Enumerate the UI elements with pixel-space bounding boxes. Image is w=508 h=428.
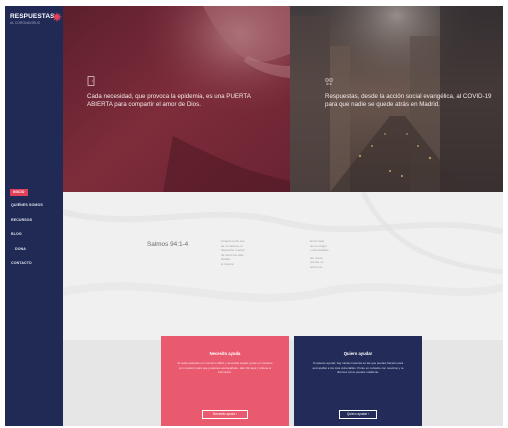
nav-item-inicio[interactable]: INICIO <box>10 188 28 196</box>
want-help-button-label: Quiero ayudar <box>346 412 368 416</box>
verse-section: Salmos 94:1-4 Cuando tenía ese de mi cab… <box>63 192 503 340</box>
need-help-button-label: Necesito ayuda <box>213 412 236 416</box>
hero-panel-left: Cada necesidad, que provoca la epidemia,… <box>63 6 290 192</box>
help-icon <box>325 78 333 86</box>
hero-left-text: Cada necesidad, que provoca la epidemia,… <box>87 93 251 108</box>
brand-name: RESPUESTAS <box>10 13 55 20</box>
nav-item-blog[interactable]: BLOG <box>11 232 63 239</box>
want-help-button[interactable]: Quiero ayudar › <box>339 410 377 419</box>
nav-item-quienes-somos[interactable]: QUIÉNES SOMOS <box>11 203 63 210</box>
verse-column-2: En la casa, de tu refugio y acompáñale d… <box>310 239 329 270</box>
need-help-description: Si estás pasando un momento difícil y ne… <box>177 361 273 375</box>
nav-item-dona[interactable]: DONA <box>11 247 63 254</box>
verse-line: Cuando tenía ese <box>221 239 245 243</box>
nav-item-contacto[interactable]: CONTACTO <box>11 261 63 268</box>
arrow-right-icon: › <box>235 412 237 416</box>
arrow-right-icon: › <box>368 412 370 416</box>
main-nav: INICIO QUIÉNES SOMOS RECURSOS BLOG DONA … <box>10 180 63 276</box>
virus-logo-icon <box>52 12 62 22</box>
hero-panel-right: Respuestas, desde la acción social evang… <box>290 6 503 192</box>
psalm-reference: Salmos 94:1-4 <box>147 241 189 248</box>
want-help-description: Si quieres ayudar, hay varias maneras en… <box>312 361 404 375</box>
verse-column-1: Cuando tenía ese de mi cabeza, tu depend… <box>221 239 245 267</box>
door-icon <box>87 76 95 86</box>
verse-line: la trampa <box>221 261 234 266</box>
hero-right-text: Respuestas, desde la acción social evang… <box>325 93 492 108</box>
marble-texture <box>63 192 503 340</box>
verse-line: y acompáñale <box>310 248 329 253</box>
nav-item-recursos[interactable]: RECURSOS <box>11 218 63 225</box>
want-help-title: Quiero ayudar <box>343 351 373 356</box>
need-help-button[interactable]: Necesito ayuda › <box>202 410 248 419</box>
verse-line: sobre los <box>310 264 323 269</box>
want-help-card: Quiero ayudar Si quieres ayudar, hay var… <box>294 336 422 426</box>
brand-logo[interactable]: RESPUESTAS AL CORONAVIRUS <box>10 12 62 33</box>
need-help-card: Necesito ayuda Si estás pasando un momen… <box>161 336 289 426</box>
page: RESPUESTAS AL CORONAVIRUS INICIO QUIÉNES… <box>0 0 508 428</box>
brand-tagline: AL CORONAVIRUS <box>10 21 40 25</box>
need-help-title: Necesito ayuda <box>209 351 241 356</box>
sidebar: RESPUESTAS AL CORONAVIRUS INICIO QUIÉNES… <box>5 6 63 426</box>
